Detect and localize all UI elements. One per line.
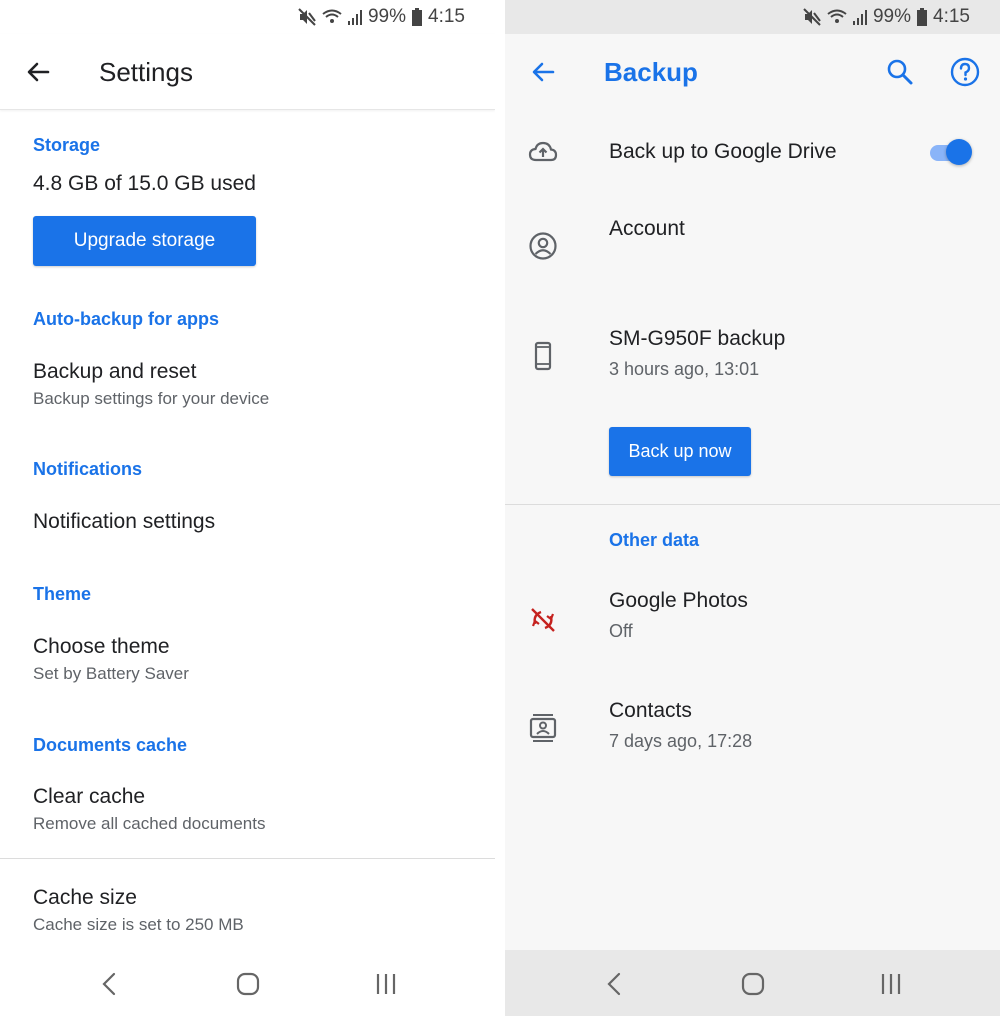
nav-home-icon[interactable]	[232, 968, 264, 1000]
backup-and-reset-subtitle: Backup settings for your device	[33, 389, 270, 408]
nav-back-icon[interactable]	[94, 968, 126, 1000]
backup-and-reset-item[interactable]: Backup and reset Backup settings for you…	[0, 350, 495, 420]
page-title: Backup	[604, 57, 698, 87]
other-data-header: Other data	[609, 530, 700, 550]
nav-home-icon[interactable]	[737, 968, 769, 1000]
cloud-upload-icon	[528, 141, 558, 162]
notification-settings-title: Notification settings	[33, 510, 216, 533]
clear-cache-item[interactable]: Clear cache Remove all cached documents	[0, 775, 495, 845]
divider	[0, 858, 495, 859]
back-arrow-icon[interactable]	[527, 56, 559, 88]
page-title: Settings	[99, 57, 193, 87]
cache-size-subtitle: Cache size is set to 250 MB	[33, 915, 244, 934]
google-drive-backup-label: Back up to Google Drive	[609, 140, 837, 163]
device-backup-time: 3 hours ago, 13:01	[609, 359, 760, 379]
nav-recents-icon[interactable]	[875, 968, 907, 1000]
contacts-icon	[529, 714, 557, 742]
phone-icon	[534, 341, 552, 371]
wifi-icon	[827, 9, 847, 23]
contacts-time: 7 days ago, 17:28	[609, 731, 753, 751]
storage-header: Storage	[33, 135, 101, 155]
notification-settings-item[interactable]: Notification settings	[0, 500, 495, 544]
google-photos-row[interactable]: Google Photos Off	[505, 578, 1000, 658]
account-circle-icon	[529, 232, 557, 260]
google-drive-backup-toggle[interactable]	[928, 138, 974, 166]
wifi-icon	[322, 9, 342, 23]
notifications-header: Notifications	[33, 459, 143, 479]
signal-icon	[852, 10, 867, 25]
google-photos-status: Off	[609, 621, 633, 641]
back-arrow-icon[interactable]	[22, 56, 54, 88]
signal-icon	[347, 10, 362, 25]
backup-app-bar: Backup	[505, 34, 1000, 110]
battery-icon	[412, 8, 423, 26]
auto-backup-header: Auto-backup for apps	[33, 309, 220, 329]
back-up-now-button[interactable]: Back up now	[609, 427, 751, 476]
choose-theme-subtitle: Set by Battery Saver	[33, 664, 189, 683]
google-drive-backup-row[interactable]: Back up to Google Drive	[505, 120, 1000, 184]
storage-usage: 4.8 GB of 15.0 GB used	[33, 172, 256, 195]
status-icons: 99% 4:15	[803, 6, 970, 28]
clock: 4:15	[428, 6, 465, 27]
cache-size-title: Cache size	[33, 886, 137, 909]
mute-icon	[298, 8, 316, 26]
toggle-thumb	[946, 139, 972, 165]
backup-and-reset-title: Backup and reset	[33, 360, 197, 383]
battery-percent: 99%	[367, 6, 407, 27]
documents-cache-header: Documents cache	[33, 735, 188, 755]
status-icons: 99% 4:15	[298, 6, 465, 28]
contacts-row[interactable]: Contacts 7 days ago, 17:28	[505, 688, 1000, 768]
battery-percent: 99%	[872, 6, 912, 27]
device-backup-row: SM-G950F backup 3 hours ago, 13:01	[505, 315, 1000, 395]
status-bar: 99% 4:15	[505, 0, 1000, 34]
divider	[505, 504, 1000, 505]
theme-header: Theme	[33, 584, 92, 604]
nav-back-icon[interactable]	[599, 968, 631, 1000]
choose-theme-title: Choose theme	[33, 635, 170, 658]
search-icon[interactable]	[884, 56, 916, 88]
sync-off-icon	[531, 608, 555, 632]
account-label: Account	[609, 217, 685, 240]
help-icon[interactable]	[949, 56, 981, 88]
clock: 4:15	[933, 6, 970, 27]
settings-screen: 99% 4:15 Settings Storage 4.8 GB of 15.0…	[0, 0, 495, 1016]
navigation-bar	[505, 950, 1000, 1016]
device-backup-name: SM-G950F backup	[609, 327, 786, 350]
battery-icon	[917, 8, 928, 26]
clear-cache-title: Clear cache	[33, 785, 146, 808]
backup-screen: 99% 4:15 Backup Back up to Google Drive	[505, 0, 1000, 1016]
nav-recents-icon[interactable]	[370, 968, 402, 1000]
cache-size-item[interactable]: Cache size Cache size is set to 250 MB	[0, 876, 495, 946]
navigation-bar	[0, 950, 495, 1016]
settings-app-bar: Settings	[0, 34, 495, 110]
account-row[interactable]: Account	[505, 205, 1000, 285]
upgrade-storage-button[interactable]: Upgrade storage	[33, 216, 256, 266]
contacts-label: Contacts	[609, 699, 692, 722]
clear-cache-subtitle: Remove all cached documents	[33, 814, 266, 833]
mute-icon	[803, 8, 821, 26]
choose-theme-item[interactable]: Choose theme Set by Battery Saver	[0, 625, 495, 695]
status-bar: 99% 4:15	[0, 0, 495, 34]
google-photos-label: Google Photos	[609, 589, 748, 612]
